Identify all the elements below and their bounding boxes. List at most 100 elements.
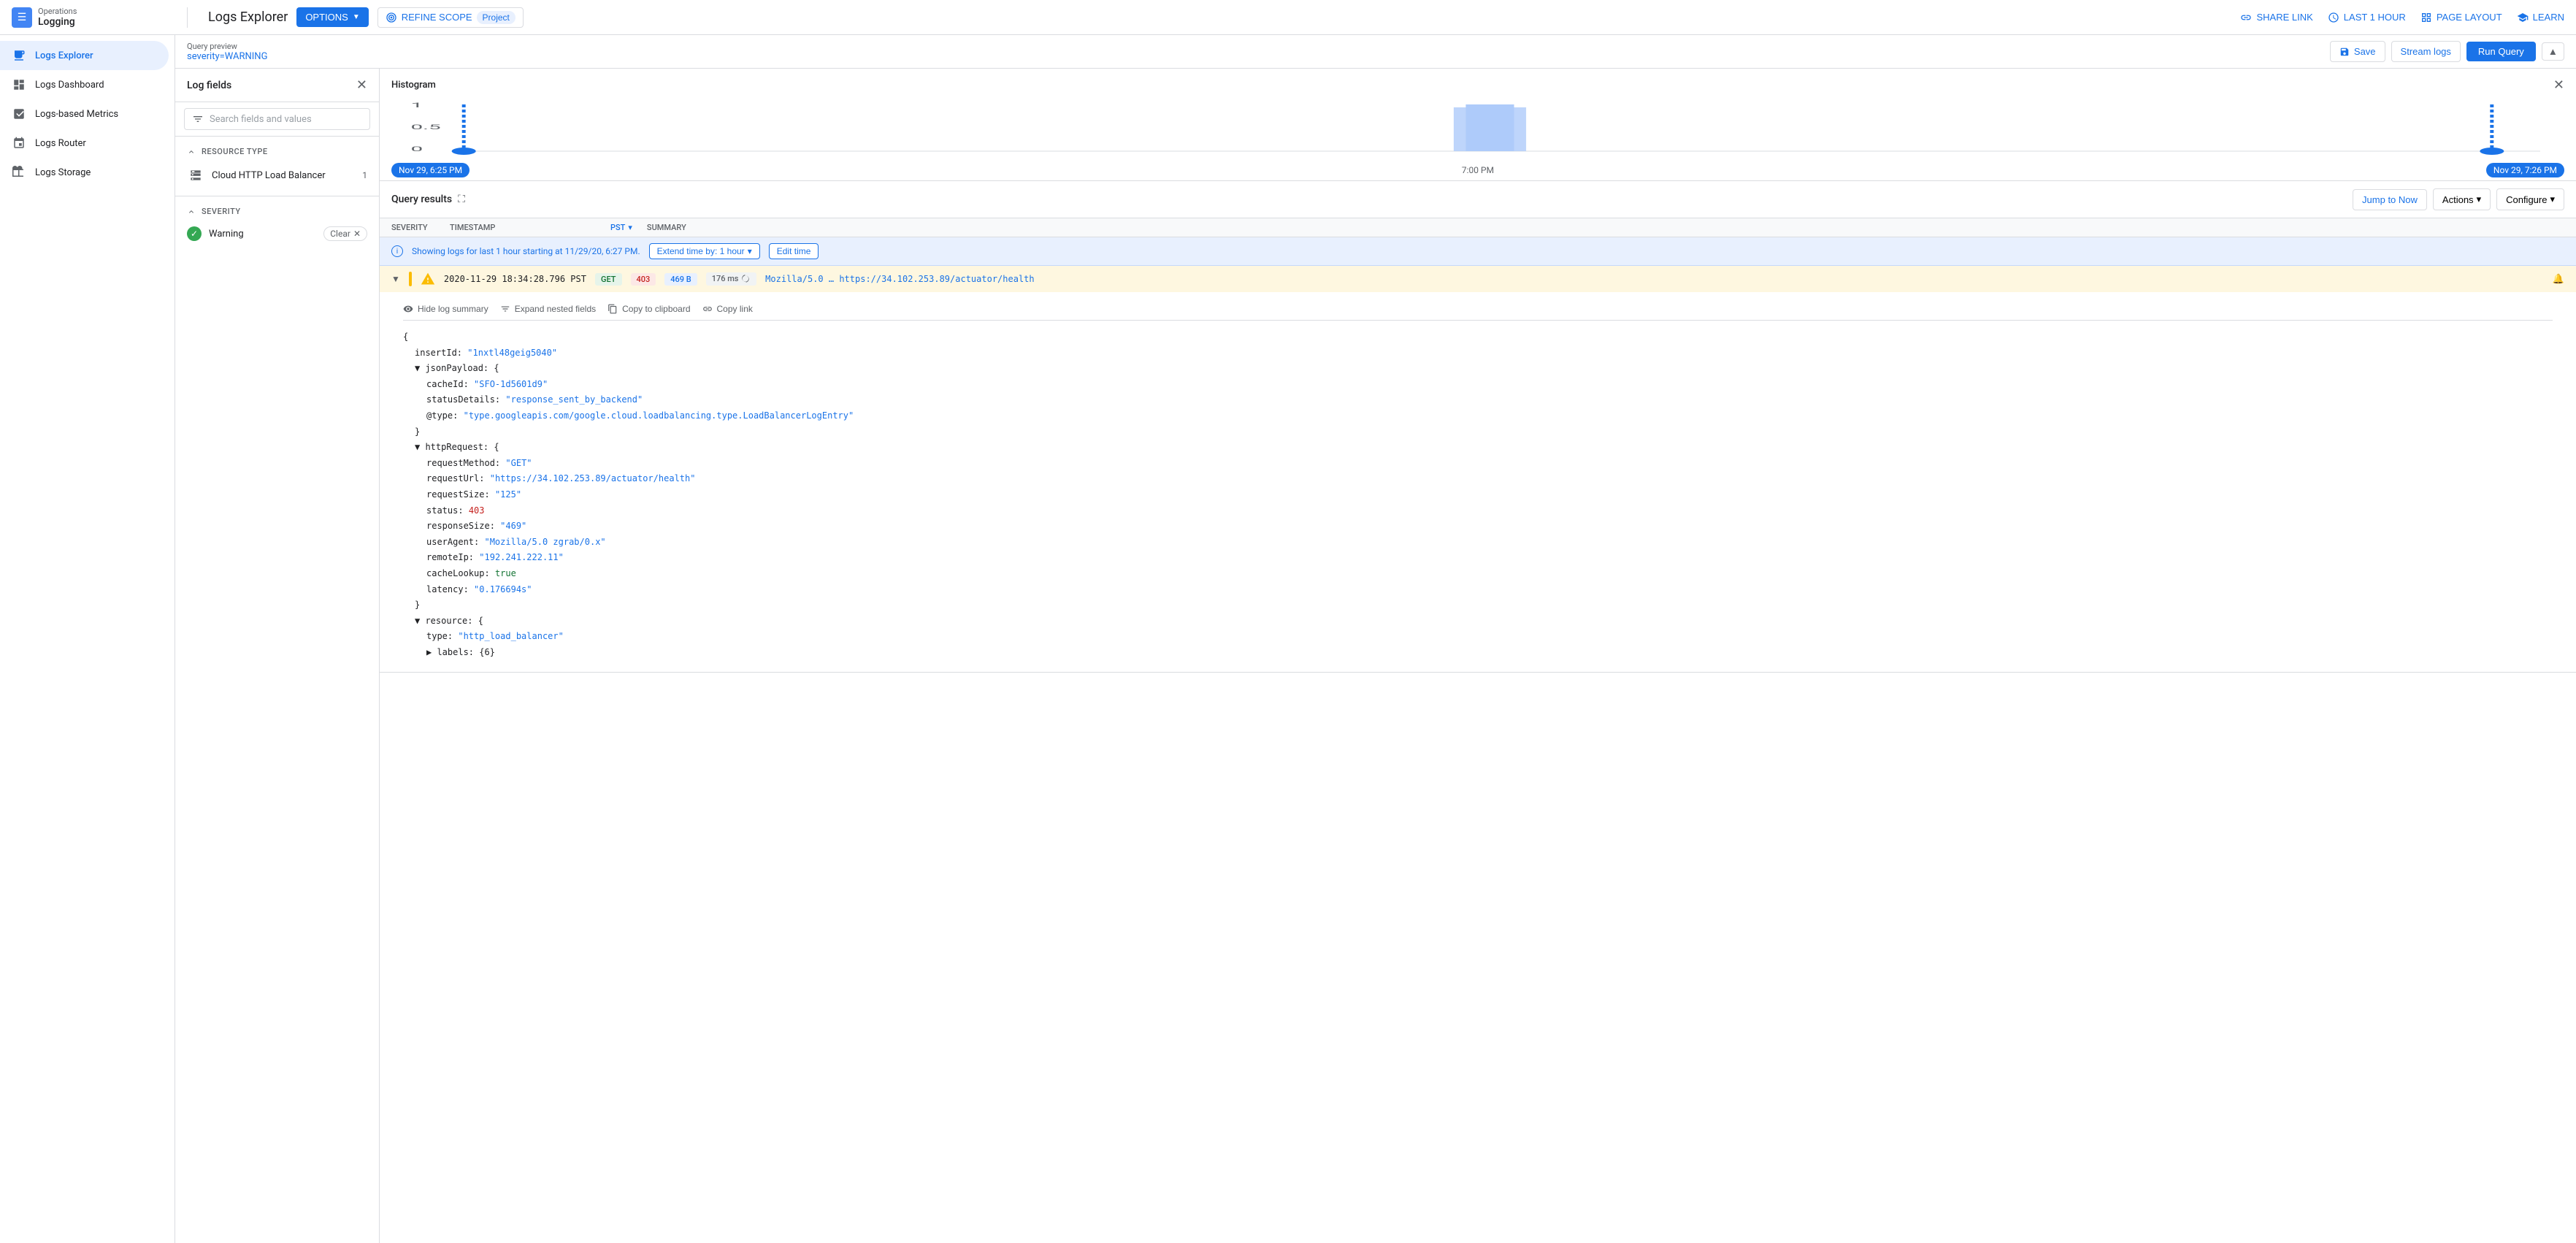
cache-id-line: cacheId: "SFO-1d5601d9" [403,377,2553,393]
resource-type-header[interactable]: RESOURCE TYPE [175,142,379,161]
hide-log-summary-button[interactable]: Hide log summary [403,304,488,314]
resource-section[interactable]: ▼ resource: { [403,613,2553,630]
sidebar-label-logs-dashboard: Logs Dashboard [35,80,104,91]
query-preview-section: Query preview severity=WARNING [187,42,267,62]
query-preview-value: severity=WARNING [187,51,267,62]
main-panels: Log fields ✕ Search fields and values RE… [175,69,2576,1243]
link-icon [2240,12,2252,23]
col-severity-header: SEVERITY [391,223,435,232]
extend-time-button[interactable]: Extend time by: 1 hour ▾ [649,243,760,259]
copy-link-button[interactable]: Copy link [702,304,753,314]
histogram-panel: Histogram ✕ 1 0.5 0 [380,69,2576,181]
sidebar-label-logs-storage: Logs Storage [35,167,91,178]
sidebar-item-logs-router[interactable]: Logs Router [0,129,169,158]
refine-scope-icon [386,12,397,23]
alert-bell-icon[interactable]: 🔔 [2553,274,2564,285]
json-payload-section[interactable]: ▼ jsonPayload: { [403,361,2553,377]
json-payload-close: } [403,424,2553,440]
histogram-header: Histogram ✕ [391,77,2564,93]
main-layout: Logs Explorer Logs Dashboard Logs-based … [0,35,2576,1243]
response-size-line: responseSize: "469" [403,519,2553,535]
sidebar-label-logs-explorer: Logs Explorer [35,50,93,61]
query-preview-bar: Query preview severity=WARNING Save Stre… [175,35,2576,69]
expand-nested-icon [500,304,510,314]
sidebar-item-logs-metrics[interactable]: Logs-based Metrics [0,99,169,129]
cloud-http-lb-item[interactable]: Cloud HTTP Load Balancer 1 [175,161,379,190]
share-link-button[interactable]: SHARE LINK [2240,12,2312,23]
status-details-line: statusDetails: "response_sent_by_backend… [403,392,2553,408]
log-timestamp: 2020-11-29 18:34:28.796 PST [444,274,586,284]
right-content: Histogram ✕ 1 0.5 0 [380,69,2576,1243]
results-title-label: Query results [391,194,452,205]
jump-to-now-button[interactable]: Jump to Now [2353,189,2427,210]
log-entry-row: ▼ 2020-11-29 18:34:28.796 PST GET 403 46… [380,266,2576,673]
clear-badge[interactable]: Clear ✕ [323,226,367,241]
request-method-line: requestMethod: "GET" [403,456,2553,472]
sidebar-label-logs-metrics: Logs-based Metrics [35,109,118,120]
cloud-http-lb-label: Cloud HTTP Load Balancer [212,170,326,181]
expand-results-icon[interactable]: ⛶ [458,194,465,205]
page-title: Logs Explorer [208,9,288,25]
search-input-container[interactable]: Search fields and values [184,108,370,130]
query-results: Query results ⛶ Jump to Now Actions ▾ [380,181,2576,1243]
sidebar-item-logs-storage[interactable]: Logs Storage [0,158,169,187]
logs-metrics-icon [12,107,26,121]
clear-x-icon: ✕ [353,229,361,239]
severity-indicator [409,272,412,286]
log-fields-close-button[interactable]: ✕ [356,77,367,93]
warning-severity-item: ✓ Warning Clear ✕ [175,221,379,247]
actions-button[interactable]: Actions ▾ [2433,188,2491,210]
warning-icon: ✓ [187,226,202,241]
copy-icon [607,304,618,314]
labels-line[interactable]: ▶ labels: {6} [403,645,2553,661]
edit-time-button[interactable]: Edit time [769,243,819,259]
log-fields-panel: Log fields ✕ Search fields and values RE… [175,69,380,1243]
last-1-hour-button[interactable]: LAST 1 HOUR [2328,12,2406,23]
histogram-close-button[interactable]: ✕ [2553,77,2564,93]
svg-text:0.5: 0.5 [410,123,440,131]
run-query-button[interactable]: Run Query [2466,42,2536,61]
info-bar: i Showing logs for last 1 hour starting … [380,237,2576,266]
expand-query-button[interactable]: ▲ [2542,42,2564,61]
sidebar-item-logs-explorer[interactable]: Logs Explorer [0,41,169,70]
log-details-actions: Hide log summary Expand nested fields Co… [403,298,2553,321]
logo-text: Operations Logging [38,7,77,28]
table-header: SEVERITY TIMESTAMP PST ▾ SUMMARY [380,218,2576,237]
request-url-line: requestUrl: "https://34.102.253.89/actua… [403,471,2553,487]
learn-icon [2517,12,2529,23]
info-icon: i [391,245,403,257]
time-mid-label: 7:00 PM [1462,165,1494,175]
severity-section: SEVERITY ✓ Warning Clear ✕ [175,196,379,253]
expand-nested-fields-button[interactable]: Expand nested fields [500,304,596,314]
http-request-close: } [403,597,2553,613]
refine-scope-button[interactable]: REFINE SCOPE Project [377,7,524,28]
project-badge: Project [477,11,515,24]
latency-icon [740,274,751,284]
type-line: @type: "type.googleapis.com/google.cloud… [403,408,2553,424]
severity-header[interactable]: SEVERITY [175,202,379,221]
log-entry-header[interactable]: ▼ 2020-11-29 18:34:28.796 PST GET 403 46… [380,266,2576,292]
chevron-down-icon: ▼ [353,13,360,21]
page-layout-button[interactable]: PAGE LAYOUT [2420,12,2502,23]
time-start-bubble: Nov 29, 6:25 PM [391,163,469,177]
status-badge: 403 [631,273,656,286]
entry-expand-arrow[interactable]: ▼ [391,274,400,284]
pst-chevron-icon: ▾ [628,223,632,232]
warning-triangle-icon [421,272,435,286]
sidebar-item-logs-dashboard[interactable]: Logs Dashboard [0,70,169,99]
configure-chevron-icon: ▾ [2550,194,2555,205]
resource-arrow: ▼ [415,616,425,626]
http-request-section[interactable]: ▼ httpRequest: { [403,440,2553,456]
latency-line: latency: "0.176694s" [403,582,2553,598]
copy-to-clipboard-button[interactable]: Copy to clipboard [607,304,690,314]
results-title-section: Query results ⛶ [391,194,465,205]
save-button[interactable]: Save [2330,41,2385,62]
options-button[interactable]: OPTIONS ▼ [296,7,368,27]
app-logo: ☰ Operations Logging [12,7,172,28]
learn-button[interactable]: LEARN [2517,12,2564,23]
query-preview-label: Query preview [187,42,267,51]
stream-logs-button[interactable]: Stream logs [2391,41,2461,62]
configure-button[interactable]: Configure ▾ [2496,188,2564,210]
col-pst-header[interactable]: PST ▾ [610,223,632,232]
latency-badge: 176 ms [706,272,756,286]
